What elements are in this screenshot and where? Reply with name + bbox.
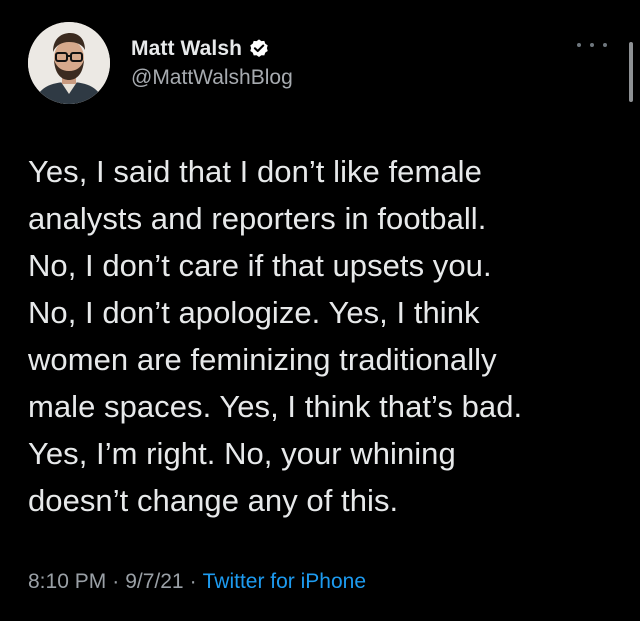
tweet-source-link[interactable]: Twitter for iPhone: [203, 570, 366, 594]
tweet-meta: 8:10 PM · 9/7/21 · Twitter for iPhone: [28, 570, 366, 594]
meta-separator: ·: [112, 570, 120, 593]
meta-separator: ·: [189, 570, 197, 593]
name-row: Matt Walsh: [131, 34, 293, 64]
verified-badge-icon: [248, 38, 270, 60]
more-dot: [590, 43, 594, 47]
tweet-time[interactable]: 8:10 PM: [28, 570, 106, 594]
more-dots-icon[interactable]: [577, 38, 607, 52]
avatar-image: [28, 22, 110, 104]
scrollbar[interactable]: [629, 42, 633, 102]
more-dot: [577, 43, 581, 47]
tweet-date[interactable]: 9/7/21: [125, 570, 183, 594]
tweet-text: Yes, I said that I don’t like female ana…: [28, 154, 523, 518]
display-name[interactable]: Matt Walsh: [131, 37, 242, 61]
user-handle[interactable]: @MattWalshBlog: [131, 66, 293, 90]
avatar[interactable]: [28, 22, 110, 104]
more-dot: [603, 43, 607, 47]
tweet-card: Matt Walsh @MattWalshBlog Yes, I said th…: [0, 0, 640, 621]
tweet-header: Matt Walsh @MattWalshBlog: [131, 34, 293, 90]
